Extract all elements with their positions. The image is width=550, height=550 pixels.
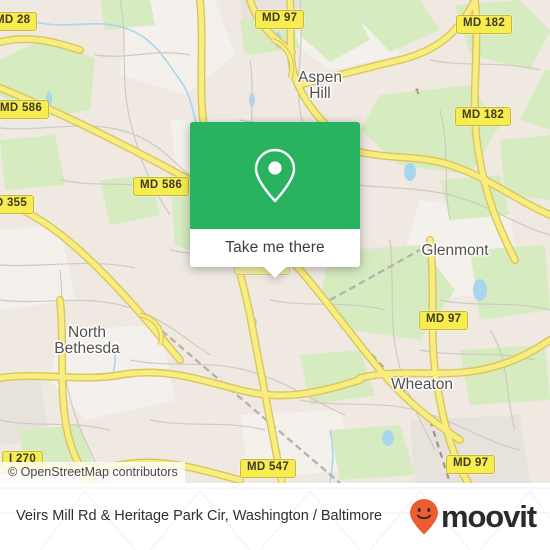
map-shield-md182-north: MD 182 bbox=[456, 15, 513, 34]
shield-label: MD 97 bbox=[453, 457, 489, 469]
map-place-north-bethesda: North Bethesda bbox=[54, 325, 120, 357]
shield-label: MD 97 bbox=[262, 12, 298, 24]
moovit-logo[interactable]: moovit bbox=[409, 498, 537, 536]
map-shield-md97-south: MD 97 bbox=[446, 455, 496, 474]
card-pointer-tail bbox=[264, 267, 286, 278]
shield-label: MD 547 bbox=[247, 461, 290, 473]
place-line: North bbox=[68, 324, 106, 341]
shield-label: MD 586 bbox=[0, 102, 43, 114]
place-line: Wheaton bbox=[390, 376, 454, 393]
shield-label: MD 355 bbox=[0, 197, 28, 209]
moovit-smiley-pin-icon bbox=[409, 498, 438, 534]
map-place-glenmont: Glenmont bbox=[421, 243, 488, 259]
shield-label: MD 182 bbox=[462, 109, 505, 121]
card-action-button[interactable]: Take me there bbox=[190, 229, 360, 267]
card-action-label: Take me there bbox=[225, 239, 325, 256]
map-pin-icon bbox=[254, 148, 296, 202]
card-icon-area bbox=[190, 122, 360, 229]
map-shield-md355: MD 355 bbox=[0, 195, 35, 214]
map-shield-md547: MD 547 bbox=[240, 459, 297, 478]
place-line: Aspen bbox=[298, 69, 342, 86]
map-shield-md182-east: MD 182 bbox=[455, 107, 512, 126]
shield-label: MD 28 bbox=[0, 14, 31, 26]
shield-label: MD 586 bbox=[140, 179, 183, 191]
screenshot-root: MD 28 MD 97 MD 182 MD 586 MD 182 MD 586 … bbox=[0, 0, 550, 550]
map-shield-md586-west: MD 586 bbox=[0, 100, 50, 119]
map-shield-md586-mid: MD 586 bbox=[133, 177, 190, 196]
map-shield-md97-glenmont: MD 97 bbox=[419, 311, 469, 330]
shield-label: MD 97 bbox=[426, 313, 462, 325]
place-line: Hill bbox=[309, 84, 331, 102]
moovit-wordmark: moovit bbox=[440, 499, 537, 534]
shield-label: MD 182 bbox=[463, 17, 506, 29]
map-place-wheaton: Wheaton bbox=[391, 377, 453, 393]
take-me-there-card[interactable]: Take me there bbox=[190, 122, 360, 278]
map-place-aspen-hill: Aspen Hill bbox=[298, 70, 342, 102]
location-title: Veirs Mill Rd & Heritage Park Cir, Washi… bbox=[16, 507, 383, 524]
place-line: Glenmont bbox=[421, 242, 489, 259]
place-line: Bethesda bbox=[54, 339, 120, 357]
map-shield-md97-north: MD 97 bbox=[255, 10, 305, 29]
map-shield-md28: MD 28 bbox=[0, 12, 38, 31]
osm-attribution[interactable]: © OpenStreetMap contributors bbox=[0, 462, 185, 483]
footer-bar: Veirs Mill Rd & Heritage Park Cir, Washi… bbox=[0, 483, 550, 550]
footer-content: Veirs Mill Rd & Heritage Park Cir, Washi… bbox=[0, 483, 550, 550]
